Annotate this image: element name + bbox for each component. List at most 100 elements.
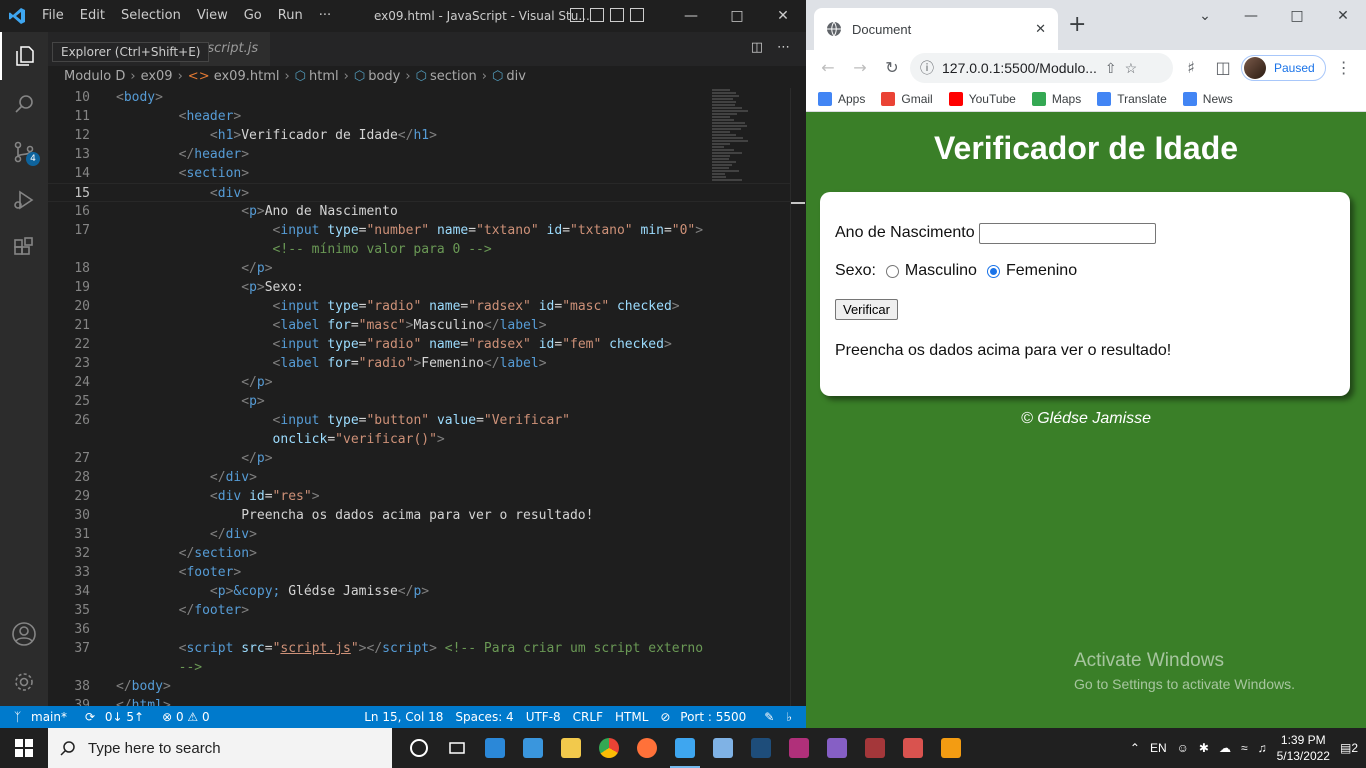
breadcrumb-item[interactable]: section [430, 69, 477, 84]
app-icon-5[interactable] [780, 728, 818, 768]
code-line[interactable]: 22 <input type="radio" name="radsex" id=… [48, 335, 790, 354]
settings-gear-icon[interactable] [0, 658, 48, 706]
breadcrumb-item[interactable]: body [368, 69, 400, 84]
new-tab-button[interactable]: + [1068, 12, 1086, 37]
cursor-position[interactable]: Ln 15, Col 18 [358, 710, 449, 724]
extensions-icon[interactable] [0, 224, 48, 272]
app-icon-1[interactable] [476, 728, 514, 768]
accounts-icon[interactable] [0, 610, 48, 658]
code-line[interactable]: 24 </p> [48, 373, 790, 392]
windows-start-icon[interactable] [0, 728, 48, 768]
address-bar[interactable]: ⓘ 127.0.0.1:5500/Modulo... ⇧ ☆ [910, 53, 1173, 83]
code-line[interactable]: 31 </div> [48, 525, 790, 544]
male-label[interactable]: Masculino [905, 262, 977, 280]
breadcrumb-item[interactable]: div [506, 69, 526, 84]
encoding[interactable]: UTF-8 [520, 710, 567, 724]
app-icon-7[interactable] [932, 728, 970, 768]
wifi-icon[interactable]: ≈ [1241, 741, 1248, 755]
app-icon-6[interactable] [894, 728, 932, 768]
source-control-icon[interactable]: 4 [0, 128, 48, 176]
code-line[interactable]: 20 <input type="radio" name="radsex" id=… [48, 297, 790, 316]
code-line[interactable]: 19 <p>Sexo: [48, 278, 790, 297]
feedback-icon[interactable]: ✎ [758, 710, 780, 724]
code-line[interactable]: 23 <label for="radio">Femenino</label> [48, 354, 790, 373]
code-line[interactable]: 32 </section> [48, 544, 790, 563]
app-icon-4[interactable] [742, 728, 780, 768]
bookmark-gmail[interactable]: Gmail [881, 91, 933, 106]
tray-expand-icon[interactable]: ⌃ [1130, 741, 1140, 755]
side-panel-icon[interactable]: ◫ [1209, 54, 1237, 82]
code-line[interactable]: 15 <div> [48, 183, 790, 202]
live-server-port[interactable]: ⊘ Port : 5500 [654, 710, 758, 724]
sync-status[interactable]: ⟳ 0↓ 5↑ [79, 710, 156, 724]
bookmark-apps[interactable]: Apps [818, 91, 865, 106]
code-line[interactable]: 37 <script src="script.js"></script> <!-… [48, 639, 790, 658]
more-actions-icon[interactable]: ⋯ [777, 40, 790, 55]
code-line[interactable]: 25 <p> [48, 392, 790, 411]
bookmark-youtube[interactable]: YouTube [948, 91, 1016, 106]
close-tab-icon[interactable]: ✕ [1035, 21, 1046, 37]
clock[interactable]: 1:39 PM 5/13/2022 [1277, 732, 1330, 764]
code-editor[interactable]: 10 <body> 11 <header> 12 <h1>Verificador de… [48, 88, 790, 706]
minimize-button[interactable]: — [668, 0, 714, 32]
bookmark-star-icon[interactable]: ☆ [1125, 60, 1138, 77]
code-line[interactable]: 18 </p> [48, 259, 790, 278]
forward-button[interactable]: → [846, 54, 874, 82]
code-line[interactable]: onclick="verificar()"> [48, 430, 790, 449]
notifications-bell-icon[interactable]: ♭ [780, 710, 798, 724]
code-line[interactable]: 29 <div id="res"> [48, 487, 790, 506]
file-explorer-icon[interactable] [552, 728, 590, 768]
bookmark-news[interactable]: News [1182, 91, 1233, 106]
vscode-taskbar-icon[interactable] [666, 728, 704, 768]
code-line[interactable]: 14 <section> [48, 164, 790, 183]
code-line[interactable]: 11 <header> [48, 107, 790, 126]
code-line[interactable]: 16 <p>Ano de Nascimento [48, 202, 790, 221]
code-line[interactable]: --> [48, 658, 790, 677]
bookmark-maps[interactable]: Maps [1031, 91, 1081, 106]
birth-year-input[interactable] [978, 222, 1156, 244]
maximize-button[interactable]: □ [714, 0, 760, 32]
branch-status[interactable]: ᛉ main* [8, 710, 79, 724]
extensions-puzzle-icon[interactable]: ♯ [1177, 54, 1205, 82]
profile-button[interactable]: Paused [1241, 55, 1326, 81]
chrome-close-button[interactable]: ✕ [1320, 0, 1366, 32]
firefox-icon[interactable] [628, 728, 666, 768]
app-icon-2[interactable] [514, 728, 552, 768]
taskbar-search[interactable]: Type here to search [48, 728, 392, 768]
menu-item-2[interactable]: Selection [113, 0, 189, 32]
chrome-menu-icon[interactable]: ⋮ [1330, 54, 1358, 82]
verify-button[interactable]: Verificar [835, 298, 898, 320]
language-indicator[interactable]: EN [1150, 741, 1167, 755]
editor-scrollbar[interactable] [790, 88, 806, 706]
people-icon[interactable]: ☺ [1177, 741, 1189, 755]
customize-layout-icon[interactable] [630, 8, 644, 22]
code-line[interactable]: 28 </div> [48, 468, 790, 487]
split-editor-icon[interactable]: ◫ [751, 40, 763, 55]
chrome-maximize-button[interactable]: □ [1274, 0, 1320, 32]
menu-item-0[interactable]: File [34, 0, 72, 32]
site-info-icon[interactable]: ⓘ [920, 58, 934, 78]
onedrive-icon[interactable]: ☁ [1219, 741, 1231, 755]
indentation[interactable]: Spaces: 4 [449, 710, 519, 724]
reload-button[interactable]: ↻ [878, 54, 906, 82]
menu-item-6[interactable]: ··· [311, 0, 339, 32]
explorer-icon[interactable] [0, 32, 48, 80]
language-mode[interactable]: HTML [609, 710, 654, 724]
code-line[interactable]: 26 <input type="button" value="Verificar… [48, 411, 790, 430]
menu-item-4[interactable]: Go [236, 0, 270, 32]
code-line[interactable]: 33 <footer> [48, 563, 790, 582]
code-line[interactable]: <!-- mínimo valor para 0 --> [48, 240, 790, 259]
code-line[interactable]: 38 </body> [48, 677, 790, 696]
code-line[interactable]: 34 <p>&copy; Glédse Jamisse</p> [48, 582, 790, 601]
code-line[interactable]: 12 <h1>Verificador de Idade</h1> [48, 126, 790, 145]
share-icon[interactable]: ⇧ [1105, 60, 1117, 77]
close-button[interactable]: ✕ [760, 0, 806, 32]
breadcrumb-item[interactable]: ex09 [141, 69, 173, 84]
toggle-sidebar-icon[interactable] [570, 8, 584, 22]
code-line[interactable]: 27 </p> [48, 449, 790, 468]
toggle-secondary-sidebar-icon[interactable] [610, 8, 624, 22]
volume-icon[interactable]: ♫ [1258, 741, 1267, 755]
toggle-panel-icon[interactable] [590, 8, 604, 22]
notifications-icon[interactable]: ▤2 [1340, 741, 1358, 755]
male-radio[interactable] [885, 264, 899, 278]
